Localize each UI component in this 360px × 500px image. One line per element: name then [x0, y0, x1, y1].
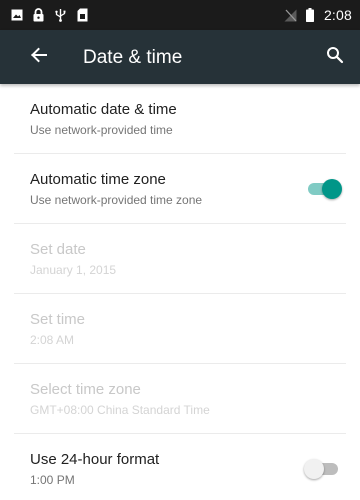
setting-summary: Use network-provided time zone	[30, 193, 203, 207]
setting-title: Set time	[30, 311, 86, 328]
setting-summary: 2:08 AM	[30, 333, 75, 347]
use-24-hour-format-switch[interactable]	[304, 459, 340, 479]
status-bar: 2:08	[0, 0, 360, 30]
page-title: Date & time	[83, 47, 183, 68]
date-time-settings-screen: 2:08 Date & time Automatic date & time U…	[0, 0, 360, 500]
setting-summary: Use network-provided time	[30, 123, 173, 137]
setting-automatic-date-time[interactable]: Automatic date & time Use network-provid…	[0, 84, 360, 154]
status-bar-left-icons	[10, 0, 89, 30]
usb-icon	[54, 8, 67, 22]
setting-title: Set date	[30, 241, 86, 258]
setting-set-date: Set date January 1, 2015	[0, 224, 360, 294]
search-button[interactable]	[322, 44, 348, 70]
sim-card-icon	[76, 8, 89, 22]
setting-summary: January 1, 2015	[30, 263, 117, 277]
image-icon	[10, 8, 23, 22]
arrow-back-icon	[30, 46, 48, 69]
switch-thumb	[322, 179, 342, 199]
setting-title: Select time zone	[30, 381, 141, 398]
lock-icon	[32, 8, 45, 22]
search-icon	[326, 46, 344, 69]
automatic-time-zone-switch[interactable]	[306, 179, 342, 199]
setting-set-time: Set time 2:08 AM	[0, 294, 360, 364]
status-bar-clock: 2:08	[323, 7, 352, 23]
setting-automatic-time-zone[interactable]: Automatic time zone Use network-provided…	[0, 154, 360, 224]
app-bar: Date & time	[0, 30, 360, 84]
signal-off-icon	[284, 8, 297, 22]
back-button[interactable]	[26, 44, 52, 70]
settings-list: Automatic date & time Use network-provid…	[0, 84, 360, 500]
setting-summary: 1:00 PM	[30, 473, 75, 487]
battery-icon	[304, 8, 317, 22]
setting-summary: GMT+08:00 China Standard Time	[30, 403, 210, 417]
setting-select-time-zone: Select time zone GMT+08:00 China Standar…	[0, 364, 360, 434]
setting-title: Automatic time zone	[30, 171, 166, 188]
switch-thumb	[304, 459, 324, 479]
status-bar-right-icons: 2:08	[284, 0, 352, 30]
setting-title: Use 24-hour format	[30, 451, 160, 468]
setting-title: Automatic date & time	[30, 101, 177, 118]
setting-use-24-hour-format[interactable]: Use 24-hour format 1:00 PM	[0, 434, 360, 500]
